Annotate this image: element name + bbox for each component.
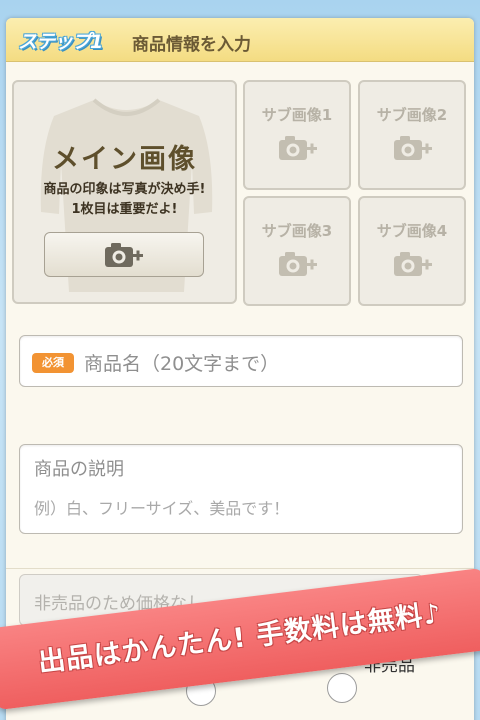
product-description-textarea[interactable]: 商品の説明 例）白、フリーサイズ、美品です！ bbox=[19, 444, 463, 534]
main-image-description: 商品の印象は写真が決め手! 1枚目は重要だよ! bbox=[14, 180, 235, 220]
camera-plus-icon bbox=[279, 136, 317, 160]
description-label: 商品の説明 bbox=[34, 459, 124, 480]
description-placeholder: 例）白、フリーサイズ、美品です！ bbox=[34, 499, 290, 518]
required-badge: 必須 bbox=[32, 353, 74, 373]
sub-image-slot-1[interactable]: サブ画像1 bbox=[243, 80, 351, 190]
camera-plus-icon bbox=[394, 252, 432, 276]
step-header: ステップ1 商品情報を入力 bbox=[6, 18, 474, 62]
sub-image-slot-2[interactable]: サブ画像2 bbox=[358, 80, 466, 190]
sub-image-label: サブ画像4 bbox=[376, 222, 448, 240]
sub-image-label: サブ画像3 bbox=[261, 222, 333, 240]
product-name-placeholder: 商品名（20文字まで） bbox=[84, 353, 280, 375]
sub-image-slot-3[interactable]: サブ画像3 bbox=[243, 196, 351, 306]
main-image-camera-button[interactable] bbox=[44, 232, 204, 277]
main-image-desc-line1: 商品の印象は写真が決め手! bbox=[43, 182, 206, 197]
step-badge: ステップ1 bbox=[18, 31, 103, 53]
sub-image-label: サブ画像2 bbox=[376, 106, 448, 124]
main-image-desc-line2: 1枚目は重要だよ! bbox=[71, 202, 178, 217]
camera-plus-icon bbox=[279, 252, 317, 276]
product-name-input[interactable]: 必須 商品名（20文字まで） bbox=[19, 335, 463, 387]
sub-image-slot-4[interactable]: サブ画像4 bbox=[358, 196, 466, 306]
camera-plus-icon bbox=[394, 136, 432, 160]
camera-plus-icon bbox=[105, 242, 143, 267]
main-image-title: メイン画像 bbox=[52, 144, 197, 175]
not-for-sale-radio[interactable] bbox=[327, 673, 357, 703]
main-image-slot[interactable]: メイン画像 商品の印象は写真が決め手! 1枚目は重要だよ! bbox=[12, 80, 237, 304]
section-divider bbox=[6, 568, 474, 569]
sub-image-label: サブ画像1 bbox=[261, 106, 333, 124]
step-title: 商品情報を入力 bbox=[132, 35, 251, 55]
